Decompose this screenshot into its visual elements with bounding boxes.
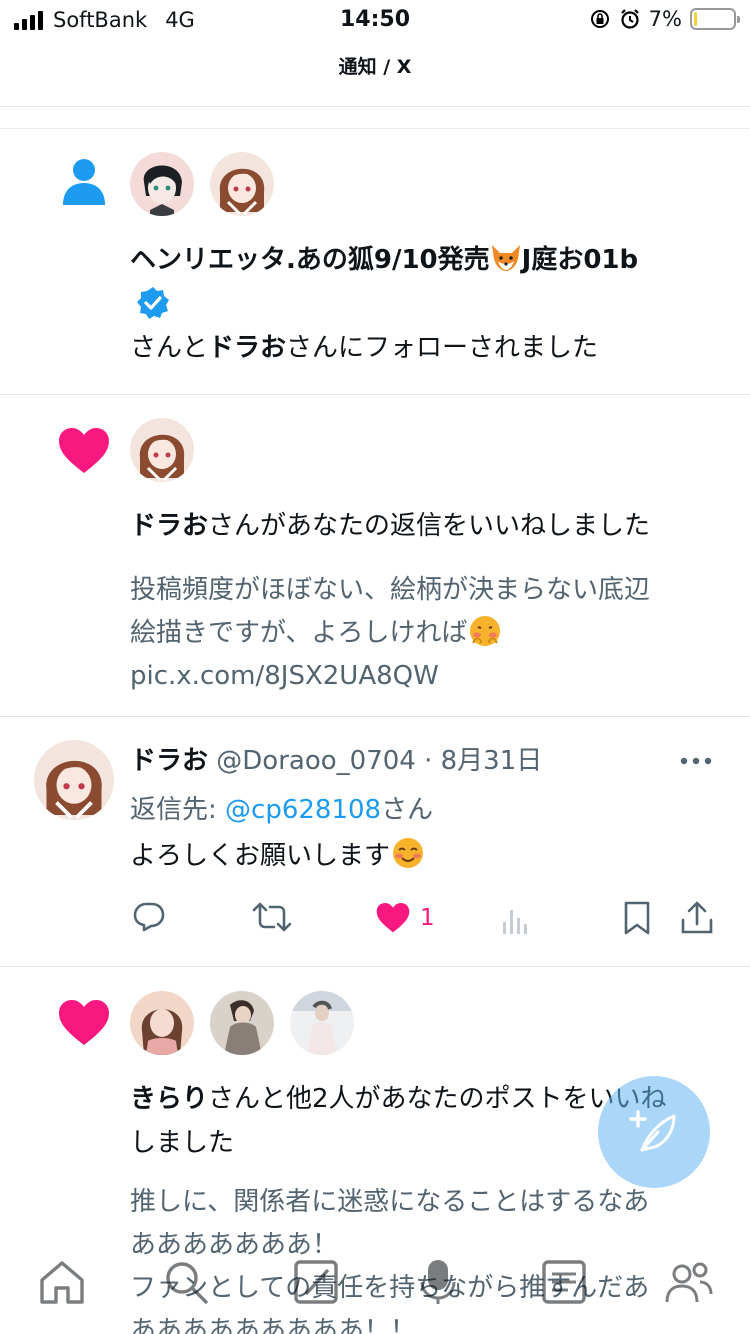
shy-face-emoji: [470, 616, 501, 646]
heart-filled-icon: [376, 903, 410, 933]
post-body: よろしくお願いします: [130, 841, 391, 871]
dot-separator: ·: [424, 746, 433, 776]
reply-to-suffix: さん: [381, 795, 434, 825]
share-icon[interactable]: [680, 900, 714, 936]
post-actions: 1: [130, 900, 720, 944]
avatar[interactable]: [34, 740, 114, 820]
avatar[interactable]: [130, 152, 194, 216]
avatar[interactable]: [290, 991, 354, 1055]
like-count: 1: [420, 905, 435, 931]
page-title: 通知 / X: [338, 56, 412, 78]
status-bar: SoftBank 4G 14:50 7%: [0, 0, 750, 42]
like-text: さんがあなたの返信をいいねしました: [208, 511, 651, 541]
grok-icon[interactable]: [292, 1258, 340, 1306]
avatar[interactable]: [210, 991, 274, 1055]
follower-name-2[interactable]: ドラお: [208, 333, 286, 363]
home-icon[interactable]: [38, 1258, 86, 1306]
verified-badge-icon: [137, 287, 169, 319]
avatar[interactable]: [210, 152, 274, 216]
more-options-icon[interactable]: [680, 756, 712, 766]
smiling-face-emoji: [393, 838, 424, 868]
person-icon: [63, 159, 105, 205]
avatar[interactable]: [130, 991, 194, 1055]
reply-icon[interactable]: [132, 900, 166, 934]
people-icon[interactable]: [664, 1258, 714, 1306]
follow-text-a: さんと: [130, 333, 209, 363]
post-date[interactable]: 8月31日: [441, 746, 543, 776]
post-snippet-link[interactable]: pic.x.com/8JSX2UA8QW: [130, 655, 650, 698]
heart-icon: [59, 1000, 109, 1045]
bookmark-icon[interactable]: [622, 900, 652, 936]
liker-name[interactable]: きらり: [130, 1084, 208, 1114]
repost-icon[interactable]: [252, 900, 292, 934]
like-button[interactable]: 1: [376, 903, 435, 933]
reply-to-handle[interactable]: @cp628108: [225, 795, 381, 825]
battery-icon: [690, 8, 740, 30]
bottom-tab-bar: [0, 1248, 750, 1334]
follower-name-suffix[interactable]: J庭お01b: [522, 245, 638, 275]
search-icon[interactable]: [162, 1258, 210, 1306]
communities-icon[interactable]: [540, 1258, 588, 1306]
follower-name[interactable]: ヘンリエッタ.あの狐9/10発売: [130, 245, 490, 275]
spaces-icon[interactable]: [418, 1258, 458, 1306]
follow-text-b: さんにフォローされました: [286, 333, 599, 363]
compose-button[interactable]: [598, 1076, 710, 1188]
post-snippet-line: 絵描きですが、よろしければ: [130, 618, 468, 648]
orientation-lock-icon: [590, 10, 609, 28]
alarm-icon: [620, 9, 639, 29]
author-handle[interactable]: @Doraoo_0704: [216, 746, 416, 776]
like-text: さんと他2人があなたのポストをいいね: [208, 1084, 667, 1114]
views-icon[interactable]: [500, 906, 530, 936]
battery-percent: 7%: [648, 7, 682, 31]
avatar[interactable]: [130, 418, 194, 482]
fox-emoji: [491, 245, 520, 271]
liker-name[interactable]: ドラお: [130, 511, 208, 541]
reply-to-label: 返信先:: [130, 795, 217, 825]
post-snippet-line: 投稿頻度がほぼない、絵柄が決まらない底辺: [130, 575, 651, 605]
feather-plus-icon: [629, 1110, 676, 1152]
author-name[interactable]: ドラお: [130, 746, 208, 776]
heart-icon: [59, 428, 109, 473]
post-snippet-line: 推しに、関係者に迷惑になることはするなあ: [130, 1187, 650, 1217]
like-text-2: しました: [130, 1128, 235, 1158]
